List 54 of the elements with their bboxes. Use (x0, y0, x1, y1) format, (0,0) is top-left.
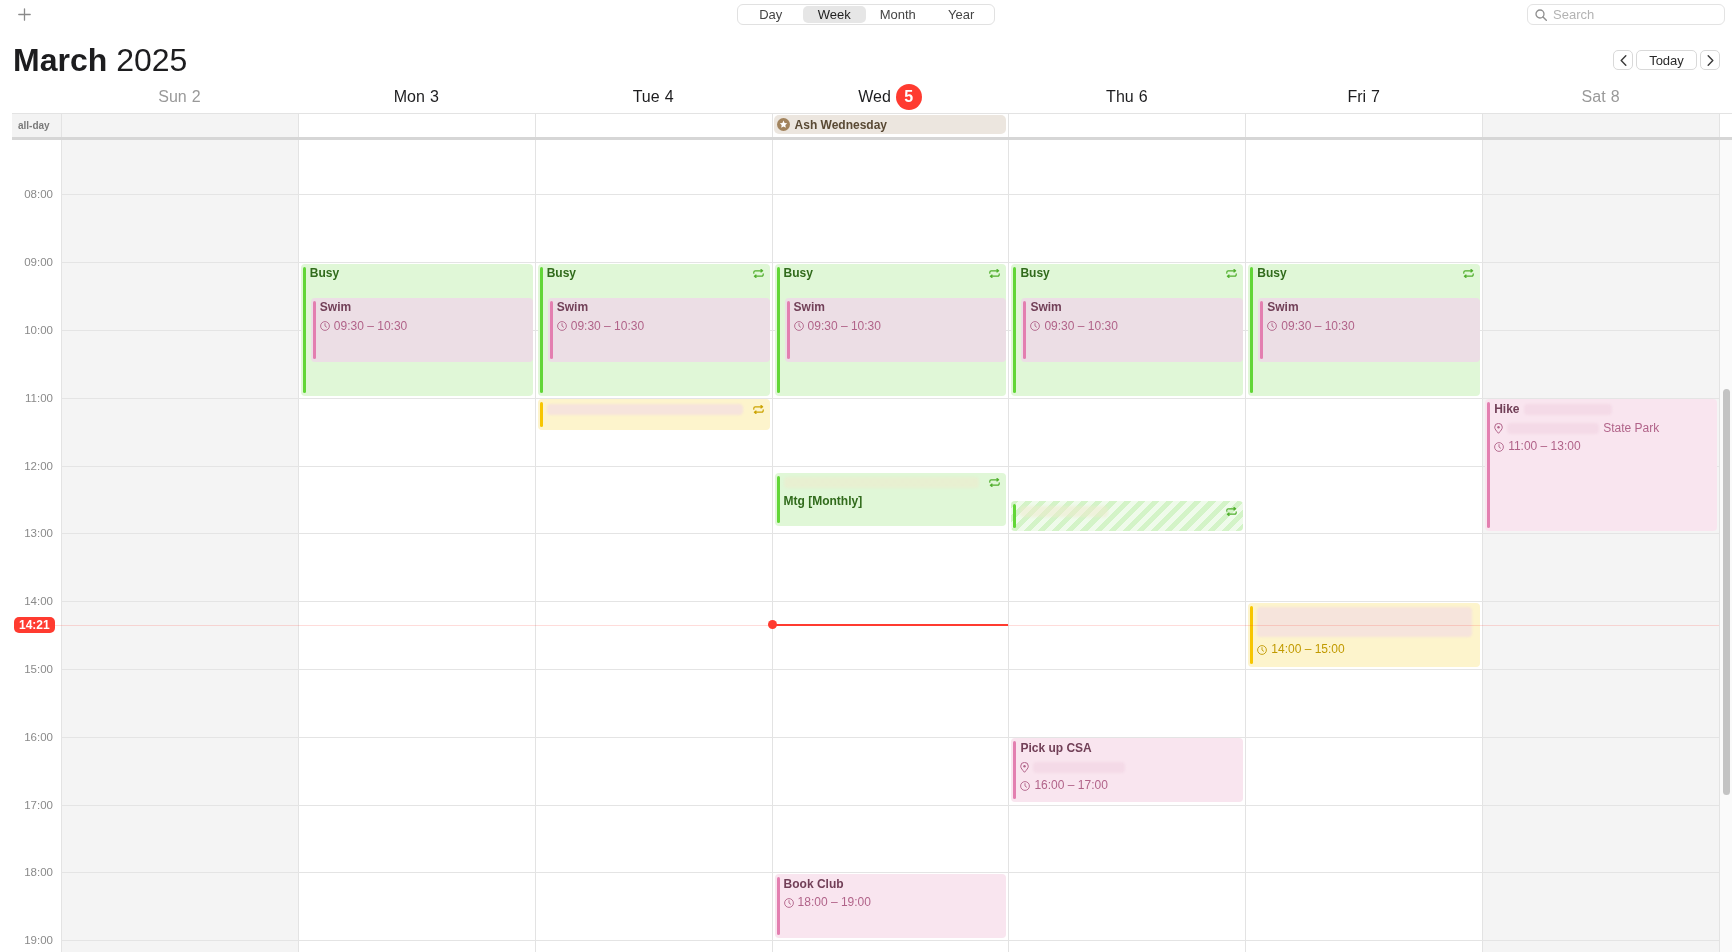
hour-label: 13:00 (24, 526, 53, 541)
all-day-label: all-day (18, 120, 50, 131)
hour-label: 17:00 (24, 797, 53, 812)
event-title: Mtg [Monthly] (783, 494, 863, 510)
weekday-label: Thu (1106, 86, 1134, 107)
event-time: 09:30 – 10:30 (807, 318, 881, 334)
event-title: Hike (1494, 402, 1520, 417)
event-title: Swim (1030, 300, 1062, 316)
weekday-label: Fri (1347, 86, 1367, 107)
event-time: 11:00 – 13:00 (1508, 439, 1581, 455)
event-time: 14:00 – 15:00 (1271, 642, 1345, 658)
weekday-label: Mon (393, 86, 425, 107)
event-title: Swim (1267, 300, 1299, 316)
event-time: 16:00 – 17:00 (1034, 778, 1108, 794)
event-title: Book Club (783, 876, 844, 892)
event-location: State Park (1603, 420, 1660, 436)
event-title: Busy (1020, 266, 1050, 282)
weekday-label: Wed (858, 86, 891, 107)
event-time: 09:30 – 10:30 (570, 318, 645, 334)
event-time: 09:30 – 10:30 (333, 318, 408, 334)
date-label: 4 (664, 86, 674, 107)
hour-label: 14:00 (24, 594, 53, 609)
hour-label: 10:00 (24, 322, 53, 337)
date-label: 8 (1610, 86, 1620, 107)
event-title: Swim (319, 300, 352, 316)
event-title: Busy (309, 266, 340, 282)
event-title: Ash Wednesday (794, 117, 888, 132)
event-title: Busy (546, 266, 577, 282)
event-title: Swim (793, 300, 825, 316)
hour-label: 16:00 (24, 729, 53, 744)
month-title: March 2025 (13, 41, 188, 79)
date-label: 6 (1138, 86, 1148, 107)
event-time: 09:30 – 10:30 (1044, 318, 1118, 334)
hour-label: 19:00 (24, 933, 53, 948)
event-title: Swim (556, 300, 589, 316)
weekday-label: Sat (1581, 86, 1606, 107)
weekday-label: Sun (158, 86, 187, 107)
weekday-label: Tue (632, 86, 660, 107)
event-time: 09:30 – 10:30 (1281, 318, 1355, 334)
hour-label: 18:00 (24, 865, 53, 880)
event-title: Busy (783, 266, 813, 282)
date-label: 7 (1371, 86, 1380, 107)
today-date-badge: 5 (895, 83, 922, 110)
hour-label: 15:00 (24, 661, 53, 676)
current-time-badge: 14:21 (14, 616, 55, 633)
hour-label: 08:00 (24, 187, 53, 202)
event-time: 18:00 – 19:00 (797, 895, 871, 911)
hour-label: 11:00 (25, 390, 53, 405)
date-label: 3 (429, 86, 439, 107)
event-title: Busy (1257, 266, 1287, 282)
hour-label: 09:00 (24, 255, 53, 270)
date-label: 2 (191, 86, 201, 107)
hour-label: 12:00 (24, 458, 53, 473)
event-title: Pick up CSA (1020, 741, 1092, 756)
